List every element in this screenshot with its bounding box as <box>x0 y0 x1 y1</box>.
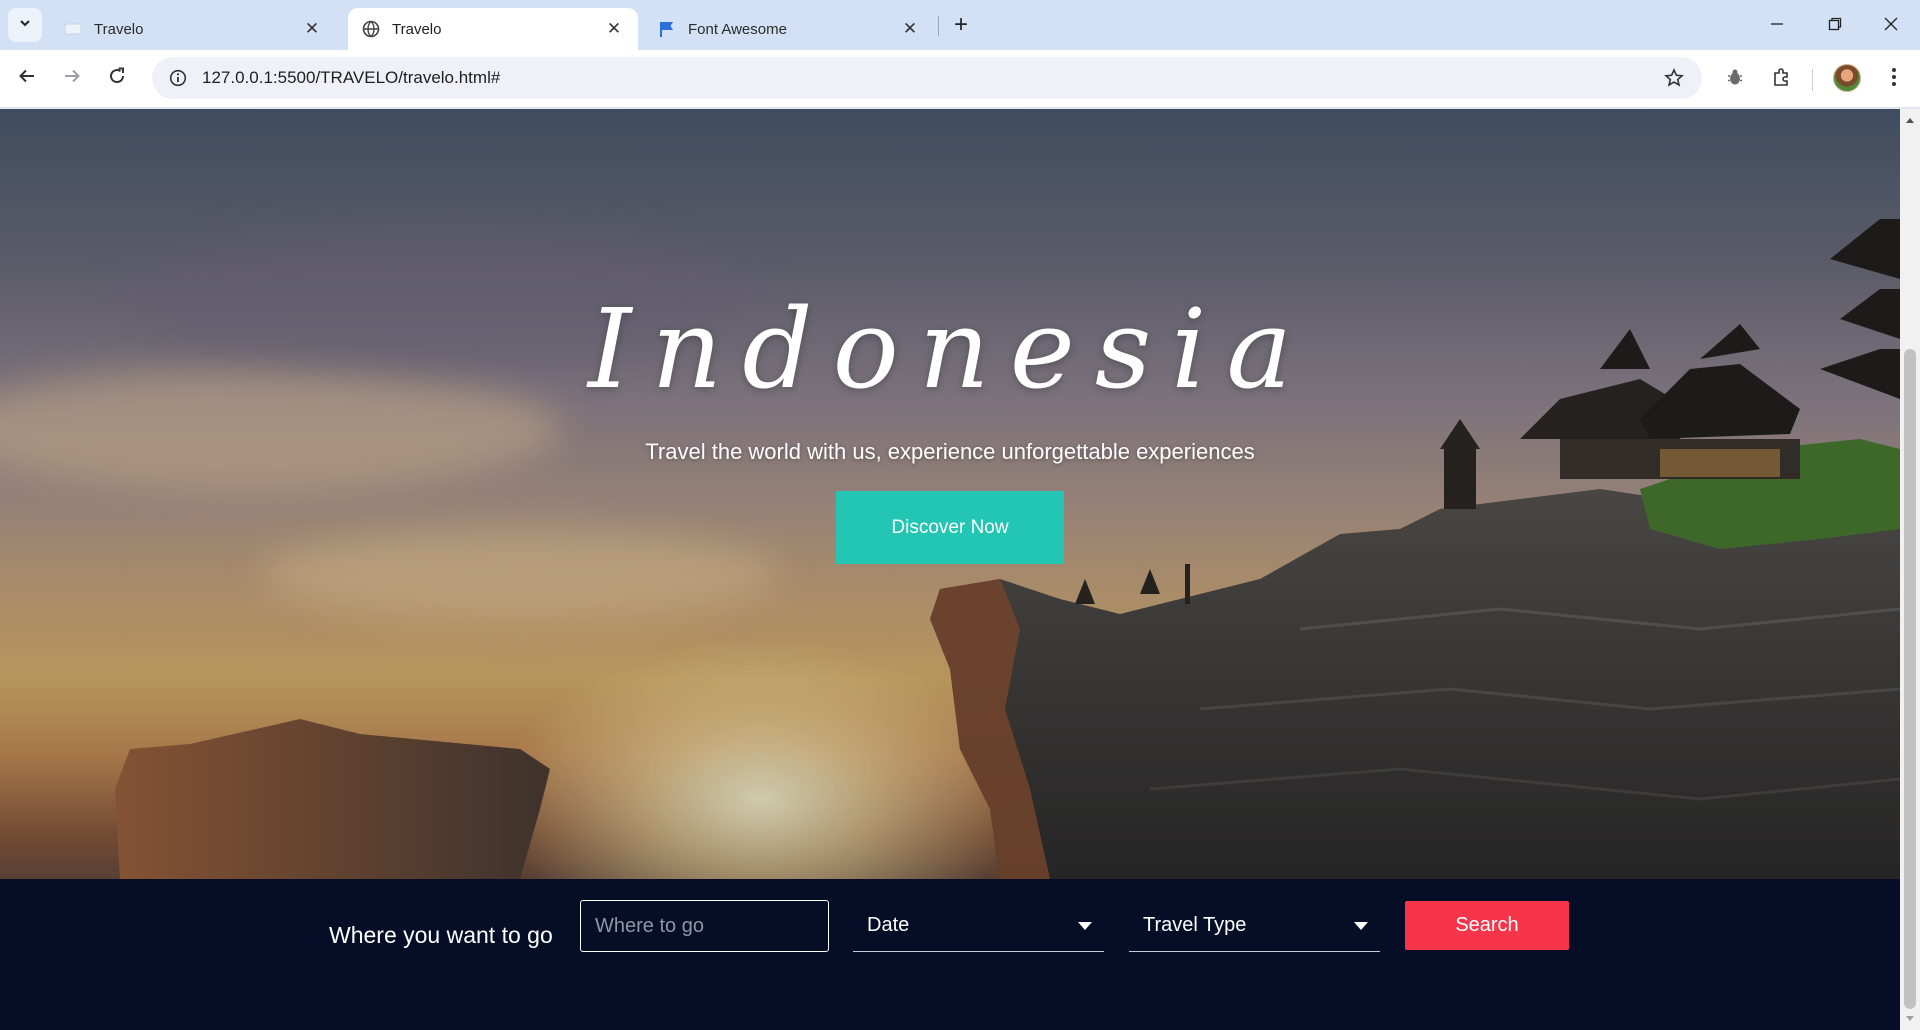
scrollbar-thumb[interactable] <box>1904 349 1916 1009</box>
tab-close-icon[interactable]: ✕ <box>900 19 920 39</box>
caret-down-icon <box>1078 922 1092 930</box>
reload-icon <box>108 67 126 90</box>
tab-close-icon[interactable]: ✕ <box>302 19 322 39</box>
forward-button[interactable] <box>55 61 89 95</box>
extension-bug-button[interactable] <box>1718 62 1752 96</box>
tab-title: Travelo <box>94 20 144 38</box>
site-info-icon[interactable] <box>158 69 198 87</box>
minimize-button[interactable] <box>1748 0 1806 48</box>
forward-icon <box>63 67 81 90</box>
reload-button[interactable] <box>100 61 134 95</box>
puzzle-icon <box>1771 67 1791 92</box>
caret-down-icon <box>1354 922 1368 930</box>
tab-title: Font Awesome <box>688 20 787 38</box>
hero-section: Indonesia Travel the world with us, expe… <box>0 109 1900 879</box>
scroll-down-arrow-icon[interactable] <box>1900 1010 1920 1028</box>
tab-strip: Travelo ✕ Travelo ✕ Font Awesome ✕ + <box>0 0 1920 50</box>
tab-travelo-1[interactable]: Travelo ✕ <box>50 8 336 50</box>
profile-avatar[interactable] <box>1833 64 1861 92</box>
tab-travelo-2[interactable]: Travelo ✕ <box>348 8 638 50</box>
discover-now-button[interactable]: Discover Now <box>836 491 1064 564</box>
kebab-menu-icon <box>1891 67 1897 92</box>
browser-toolbar: 127.0.0.1:5500/TRAVELO/travelo.html# <box>0 50 1920 108</box>
tab-search-button[interactable] <box>8 8 42 42</box>
bookmark-star-icon[interactable] <box>1654 68 1694 88</box>
new-tab-button[interactable]: + <box>946 10 976 40</box>
hero-subtitle: Travel the world with us, experience unf… <box>645 439 1255 464</box>
back-button[interactable] <box>10 61 44 95</box>
page-viewport: Indonesia Travel the world with us, expe… <box>0 109 1900 1030</box>
search-heading: Where you want to go <box>329 922 553 948</box>
back-icon <box>18 67 36 90</box>
url-text[interactable]: 127.0.0.1:5500/TRAVELO/travelo.html# <box>202 68 1654 88</box>
date-select[interactable]: Date <box>853 900 1104 952</box>
flag-icon <box>658 20 676 38</box>
travel-type-select-value: Travel Type <box>1143 914 1247 936</box>
restore-button[interactable] <box>1806 0 1864 48</box>
tab-font-awesome[interactable]: Font Awesome ✕ <box>644 8 934 50</box>
destination-input[interactable]: Where to go <box>580 900 829 952</box>
address-bar[interactable]: 127.0.0.1:5500/TRAVELO/travelo.html# <box>152 57 1702 99</box>
search-button[interactable]: Search <box>1405 901 1569 950</box>
tab-close-icon[interactable]: ✕ <box>604 19 624 39</box>
tab-title: Travelo <box>392 20 442 38</box>
hero-content: Indonesia Travel the world with us, expe… <box>0 109 1900 879</box>
blank-page-icon <box>64 20 82 38</box>
toolbar-separator <box>1812 69 1813 91</box>
bug-icon <box>1725 67 1745 92</box>
chevron-down-icon <box>18 16 32 35</box>
page-scrollbar[interactable] <box>1900 109 1920 1030</box>
browser-menu-button[interactable] <box>1877 62 1911 96</box>
tab-separator <box>938 16 939 36</box>
extensions-button[interactable] <box>1764 62 1798 96</box>
destination-placeholder: Where to go <box>595 914 704 937</box>
hero-title: Indonesia <box>587 285 1313 413</box>
globe-icon <box>362 20 380 38</box>
close-window-button[interactable] <box>1862 0 1920 48</box>
scroll-up-arrow-icon[interactable] <box>1900 111 1920 129</box>
travel-type-select[interactable]: Travel Type <box>1129 900 1380 952</box>
date-select-value: Date <box>867 914 910 936</box>
trip-search-bar: Where you want to go Where to go Date Tr… <box>0 879 1900 1030</box>
